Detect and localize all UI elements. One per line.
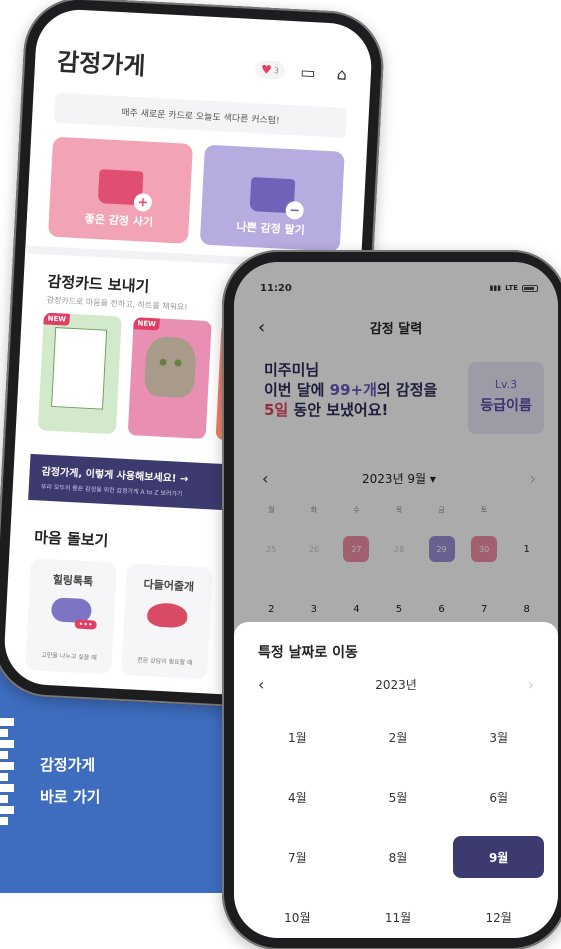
month-button-2[interactable]: 2월 xyxy=(353,716,444,758)
plus-icon: + xyxy=(133,192,153,212)
home-header: 감정가게 ♥ 3 ▭ ⌂ xyxy=(56,39,354,94)
listen-title: 다들어줄개 xyxy=(143,577,195,594)
emotion-card-letter[interactable]: NEW xyxy=(37,312,122,435)
app-title: 감정가게 xyxy=(56,47,147,80)
promo-banner[interactable]: 매주 새로운 카드로 오늘도 색다른 커스텀! xyxy=(53,92,348,138)
healing-talk-card[interactable]: 힐링톡톡 ••• 고민을 나누고 싶을 때 xyxy=(25,558,117,675)
new-badge: NEW xyxy=(43,312,71,326)
month-button-10[interactable]: 10월 xyxy=(252,896,343,938)
month-button-1[interactable]: 1월 xyxy=(252,716,343,758)
basket-icon: + xyxy=(97,169,153,212)
sell-bad-emotion-button[interactable]: − 나쁜 감정 팔기 xyxy=(199,144,345,252)
network-label: LTE xyxy=(505,284,518,292)
promo-subtitle[interactable]: 바로 가기 xyxy=(40,786,100,807)
calendar-screen: 11:20 ▮▮▮ LTE ‹ 감정 달력 미주미님 이번 달에 99+개의 감… xyxy=(234,262,558,938)
month-button-5[interactable]: 5월 xyxy=(353,776,444,818)
basket-icon[interactable]: ⌂ xyxy=(330,62,353,85)
sell-label: 나쁜 감정 팔기 xyxy=(236,220,306,237)
promo-title: 감정가게 xyxy=(40,756,96,774)
send-section-subtitle: 감정카드로 마음을 전하고, 하트를 채워요! xyxy=(46,295,188,312)
prev-year-icon[interactable]: ‹ xyxy=(258,675,264,694)
month-button-12[interactable]: 12월 xyxy=(453,896,544,938)
date-picker-sheet: 특정 날짜로 이동 ‹ 2023년 › 1월 2월 3월 4월 5월 6월 7월… xyxy=(234,622,558,938)
status-bar: 11:20 ▮▮▮ LTE xyxy=(260,280,538,296)
buy-label: 좋은 감정 사기 xyxy=(84,212,154,229)
kitten-eyes xyxy=(159,358,182,368)
year-label: 2023년 xyxy=(375,677,417,692)
chat-bubble-icon: ••• xyxy=(50,597,97,630)
heart-count: 3 xyxy=(273,65,280,75)
sheet-title: 특정 날짜로 이동 xyxy=(258,645,358,661)
month-button-3[interactable]: 3월 xyxy=(453,716,544,758)
send-section-title: 감정카드 보내기 xyxy=(47,272,150,296)
month-button-11[interactable]: 11월 xyxy=(353,896,444,938)
month-button-4[interactable]: 4월 xyxy=(252,776,343,818)
letter-note-image xyxy=(51,327,108,410)
emotion-card-kitten[interactable]: NEW xyxy=(127,317,212,440)
buy-good-emotion-button[interactable]: + 좋은 감정 사기 xyxy=(47,136,193,244)
new-badge: NEW xyxy=(133,317,161,331)
phone-calendar: 11:20 ▮▮▮ LTE ‹ 감정 달력 미주미님 이번 달에 99+개의 감… xyxy=(222,250,561,949)
heart-counter[interactable]: ♥ 3 xyxy=(254,60,286,80)
month-button-8[interactable]: 8월 xyxy=(353,836,444,878)
month-button-9[interactable]: 9월 xyxy=(453,836,544,878)
healing-talk-title: 힐링톡톡 xyxy=(52,573,94,589)
heart-hug-icon xyxy=(146,602,188,629)
battery-icon xyxy=(522,284,538,292)
status-time: 11:20 xyxy=(260,282,292,294)
next-year-icon[interactable]: › xyxy=(528,675,534,694)
signal-icon: ▮▮▮ xyxy=(489,284,502,292)
basket-icon: − xyxy=(249,177,305,220)
listen-desc: 전문 상담이 필요할 때 xyxy=(137,656,193,667)
healing-talk-desc: 고민을 나누고 싶을 때 xyxy=(41,651,97,662)
minus-icon: − xyxy=(285,200,305,220)
calendar-icon[interactable]: ▭ xyxy=(296,60,319,83)
qr-code-icon xyxy=(0,718,16,836)
month-grid: 1월 2월 3월 4월 5월 6월 7월 8월 9월 10월 11월 12월 xyxy=(252,716,544,938)
heart-icon: ♥ xyxy=(260,62,273,77)
year-navigator: ‹ 2023년 › xyxy=(258,674,534,694)
care-section-title: 마음 돌보기 xyxy=(33,528,109,551)
month-button-6[interactable]: 6월 xyxy=(453,776,544,818)
month-button-7[interactable]: 7월 xyxy=(252,836,343,878)
listen-card[interactable]: 다들어줄개 전문 상담이 필요할 때 xyxy=(121,563,213,680)
